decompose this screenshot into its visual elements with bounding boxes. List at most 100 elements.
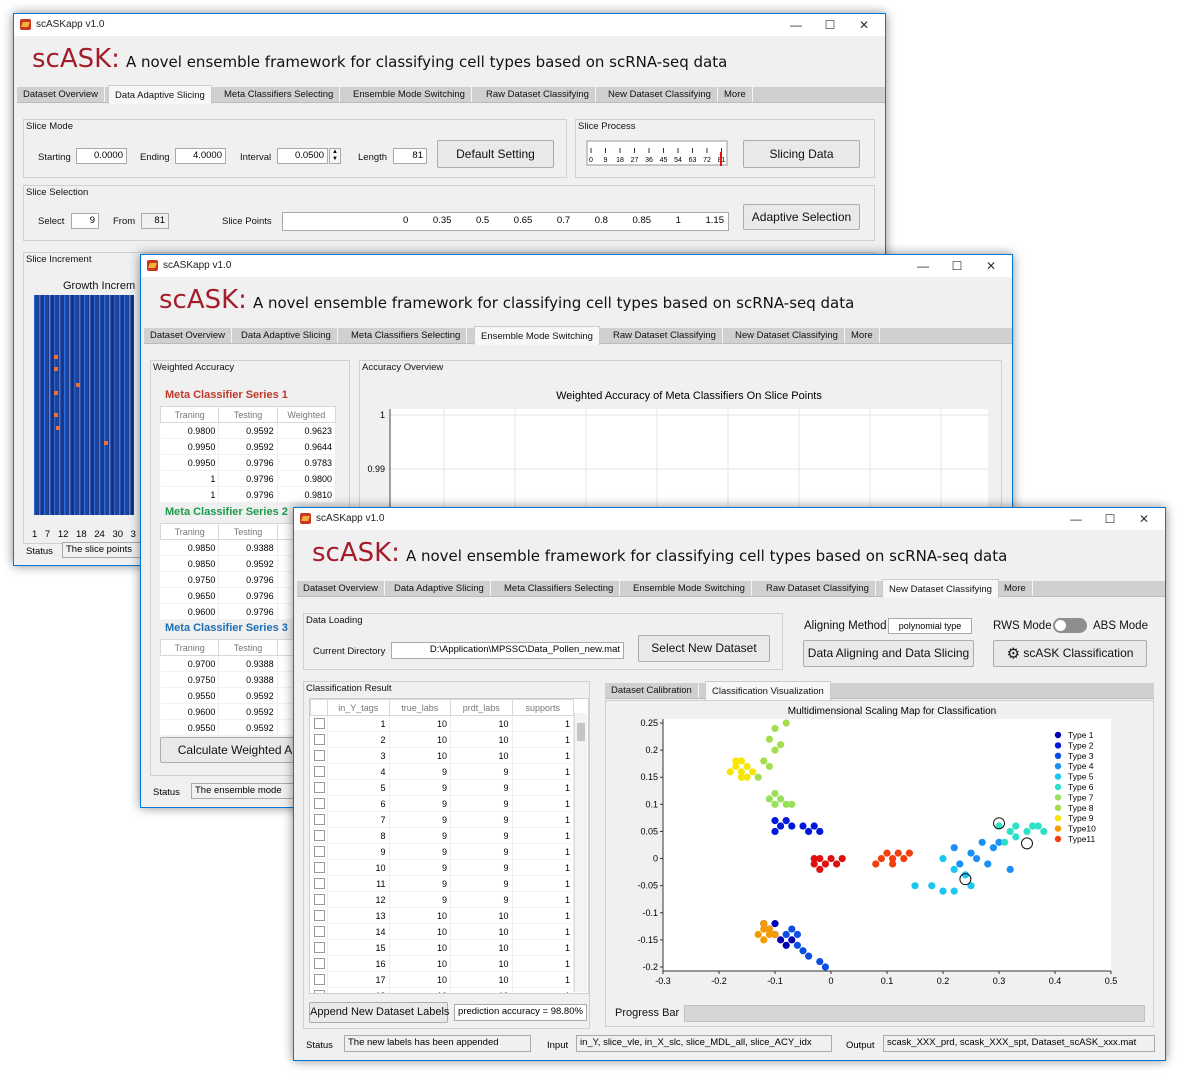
- tab-dataset-overview[interactable]: Dataset Overview: [144, 328, 232, 343]
- maximize-icon[interactable]: ☐: [940, 257, 974, 275]
- row-checkbox-cell[interactable]: [310, 715, 328, 732]
- row-checkbox-cell[interactable]: [310, 843, 328, 860]
- aligning-method-select[interactable]: polynomial type: [888, 618, 972, 634]
- ending-field[interactable]: 4.0000: [175, 148, 226, 164]
- tab-dataset-calibration[interactable]: Dataset Calibration: [605, 683, 699, 698]
- row-checkbox-cell[interactable]: [310, 747, 328, 764]
- table-row[interactable]: 1 0.9796 0.9800: [160, 470, 337, 487]
- row-checkbox-cell[interactable]: [310, 875, 328, 892]
- row-checkbox[interactable]: [313, 846, 325, 858]
- column-header[interactable]: Testing: [218, 406, 278, 423]
- select-field[interactable]: 9: [71, 213, 99, 229]
- table-row[interactable]: 0.9950 0.9592 0.9644: [160, 438, 337, 455]
- interval-spinner[interactable]: ▲ ▼: [329, 148, 341, 164]
- table-row[interactable]: 8991: [310, 827, 574, 844]
- table-row[interactable]: 9991: [310, 843, 574, 860]
- data-aligning-slicing-button[interactable]: Data Aligning and Data Slicing: [803, 640, 974, 667]
- column-header[interactable]: Traning: [159, 639, 220, 656]
- table-row[interactable]: 16 10 10 1: [310, 955, 574, 972]
- row-checkbox-cell[interactable]: [310, 763, 328, 780]
- current-directory-field[interactable]: D:\Application\MPSSC\Data_Pollen_new.mat: [391, 642, 624, 659]
- table-row[interactable]: 0.9800 0.9592 0.9623: [160, 422, 337, 439]
- row-checkbox[interactable]: [313, 894, 325, 906]
- row-checkbox[interactable]: [313, 830, 325, 842]
- tab-dataset-overview[interactable]: Dataset Overview: [17, 87, 105, 102]
- length-field[interactable]: 81: [393, 148, 427, 164]
- table-row[interactable]: 10 9 9 1: [310, 859, 574, 876]
- row-checkbox[interactable]: [313, 734, 325, 746]
- row-checkbox-cell[interactable]: [310, 955, 328, 972]
- tab-ensemble-mode-switching[interactable]: Ensemble Mode Switching: [474, 326, 600, 345]
- tab-new-dataset-classifying[interactable]: New Dataset Classifying: [882, 579, 999, 598]
- row-checkbox-cell[interactable]: [310, 987, 328, 993]
- mode-toggle[interactable]: [1053, 618, 1087, 633]
- tab-new-dataset-classifying[interactable]: New Dataset Classifying: [602, 87, 718, 102]
- row-checkbox[interactable]: [313, 718, 325, 730]
- tab-more[interactable]: More: [845, 328, 880, 343]
- row-checkbox-cell[interactable]: [310, 827, 328, 844]
- row-checkbox[interactable]: [313, 798, 325, 810]
- tab-dataset-overview[interactable]: Dataset Overview: [297, 581, 385, 596]
- table-row[interactable]: 17 10 10 1: [310, 971, 574, 988]
- table-row[interactable]: 13 10 10 1: [310, 907, 574, 924]
- column-header[interactable]: supports: [511, 699, 574, 716]
- maximize-icon[interactable]: ☐: [813, 16, 847, 34]
- table-row[interactable]: 5991: [310, 779, 574, 796]
- row-checkbox[interactable]: [313, 766, 325, 778]
- adaptive-selection-button[interactable]: Adaptive Selection: [743, 204, 860, 230]
- column-header[interactable]: in_Y_tags: [327, 699, 390, 716]
- table-row[interactable]: 0.9950 0.9796 0.9783: [160, 454, 337, 471]
- column-header[interactable]: Testing: [218, 523, 278, 540]
- table-row[interactable]: 7991: [310, 811, 574, 828]
- row-checkbox[interactable]: [313, 974, 325, 986]
- default-setting-button[interactable]: Default Setting: [437, 140, 554, 168]
- column-header[interactable]: Testing: [218, 639, 278, 656]
- row-checkbox-cell[interactable]: [310, 971, 328, 988]
- tab-raw-dataset-classifying[interactable]: Raw Dataset Classifying: [480, 87, 596, 102]
- row-checkbox[interactable]: [313, 814, 325, 826]
- select-new-dataset-button[interactable]: Select New Dataset: [638, 635, 770, 662]
- scask-classification-button[interactable]: ⚙ scASK Classification: [993, 640, 1147, 667]
- tab-data-adaptive-slicing[interactable]: Data Adaptive Slicing: [235, 328, 338, 343]
- tab-more[interactable]: More: [998, 581, 1033, 596]
- row-checkbox-cell[interactable]: [310, 923, 328, 940]
- minimize-icon[interactable]: —: [779, 16, 813, 34]
- tab-meta-classifiers-selecting[interactable]: Meta Classifiers Selecting: [345, 328, 468, 343]
- tab-classification-visualization[interactable]: Classification Visualization: [705, 681, 831, 700]
- tab-data-adaptive-slicing[interactable]: Data Adaptive Slicing: [388, 581, 491, 596]
- table-row[interactable]: 12 9 9 1: [310, 891, 574, 908]
- close-icon[interactable]: ✕: [847, 16, 881, 34]
- tab-ensemble-mode-switching[interactable]: Ensemble Mode Switching: [627, 581, 752, 596]
- row-checkbox-cell[interactable]: [310, 939, 328, 956]
- table-row[interactable]: 1 0.9796 0.9810: [160, 486, 337, 503]
- close-icon[interactable]: ✕: [974, 257, 1008, 275]
- table-row[interactable]: 15 10 10 1: [310, 939, 574, 956]
- result-table-scrollbar[interactable]: [574, 713, 587, 992]
- table-row[interactable]: 14 10 10 1: [310, 923, 574, 940]
- row-checkbox[interactable]: [313, 942, 325, 954]
- column-header[interactable]: Traning: [159, 523, 220, 540]
- tab-meta-classifiers-selecting[interactable]: Meta Classifiers Selecting: [498, 581, 621, 596]
- table-row[interactable]: 4991: [310, 763, 574, 780]
- column-header[interactable]: prdt_labs: [450, 699, 513, 716]
- close-icon[interactable]: ✕: [1127, 510, 1161, 528]
- row-checkbox[interactable]: [313, 750, 325, 762]
- row-checkbox-cell[interactable]: [310, 795, 328, 812]
- table-row[interactable]: 11 9 9 1: [310, 875, 574, 892]
- row-checkbox-cell[interactable]: [310, 859, 328, 876]
- slicing-data-button[interactable]: Slicing Data: [743, 140, 860, 168]
- maximize-icon[interactable]: ☐: [1093, 510, 1127, 528]
- tab-raw-dataset-classifying[interactable]: Raw Dataset Classifying: [760, 581, 876, 596]
- tab-ensemble-mode-switching[interactable]: Ensemble Mode Switching: [347, 87, 472, 102]
- row-checkbox[interactable]: [313, 958, 325, 970]
- append-labels-button[interactable]: Append New Dataset Labels: [309, 1002, 449, 1023]
- column-header[interactable]: true_labs: [388, 699, 451, 716]
- tab-more[interactable]: More: [718, 87, 753, 102]
- row-checkbox[interactable]: [313, 910, 325, 922]
- row-checkbox-cell[interactable]: [310, 731, 328, 748]
- table-row[interactable]: 6991: [310, 795, 574, 812]
- row-checkbox[interactable]: [313, 926, 325, 938]
- row-checkbox[interactable]: [313, 990, 325, 993]
- interval-field[interactable]: 0.0500: [277, 148, 328, 164]
- slice-points-field[interactable]: 0 0.35 0.5 0.65 0.7 0.8 0.85 1 1.15: [282, 212, 729, 231]
